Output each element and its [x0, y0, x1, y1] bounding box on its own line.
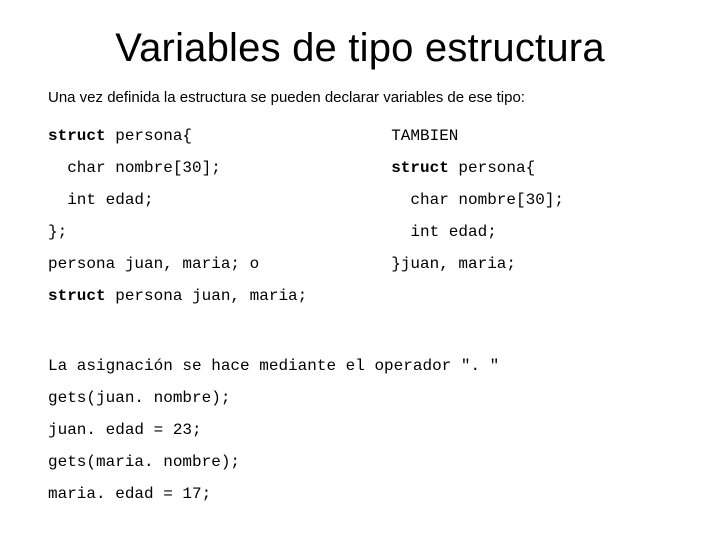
- kw-struct: struct: [391, 159, 449, 177]
- code-line: persona juan, maria; o: [48, 255, 259, 273]
- code-line: persona{: [449, 159, 535, 177]
- code-line: }juan, maria;: [391, 255, 516, 273]
- kw-struct: struct: [48, 287, 106, 305]
- slide: Variables de tipo estructura Una vez def…: [0, 0, 720, 540]
- code-line: La asignación se hace mediante el operad…: [48, 357, 499, 375]
- code-line: };: [48, 223, 67, 241]
- code-line: int edad;: [48, 191, 154, 209]
- code-line: TAMBIEN: [391, 127, 458, 145]
- code-bottom: La asignación se hace mediante el operad…: [48, 318, 672, 510]
- code-line: int edad;: [391, 223, 497, 241]
- intro-text: Una vez definida la estructura se pueden…: [48, 89, 672, 106]
- kw-struct: struct: [48, 127, 106, 145]
- code-line: char nombre[30];: [48, 159, 221, 177]
- code-line: persona juan, maria;: [106, 287, 308, 305]
- code-line: maria. edad = 17;: [48, 485, 211, 503]
- code-line: juan. edad = 23;: [48, 421, 202, 439]
- slide-title: Variables de tipo estructura: [48, 26, 672, 71]
- code-line: gets(maria. nombre);: [48, 453, 240, 471]
- code-line: char nombre[30];: [391, 191, 564, 209]
- columns: struct persona{ char nombre[30]; int eda…: [48, 120, 672, 312]
- code-line: persona{: [106, 127, 192, 145]
- code-line: gets(juan. nombre);: [48, 389, 230, 407]
- code-right: TAMBIEN struct persona{ char nombre[30];…: [391, 120, 672, 312]
- code-left: struct persona{ char nombre[30]; int eda…: [48, 120, 391, 312]
